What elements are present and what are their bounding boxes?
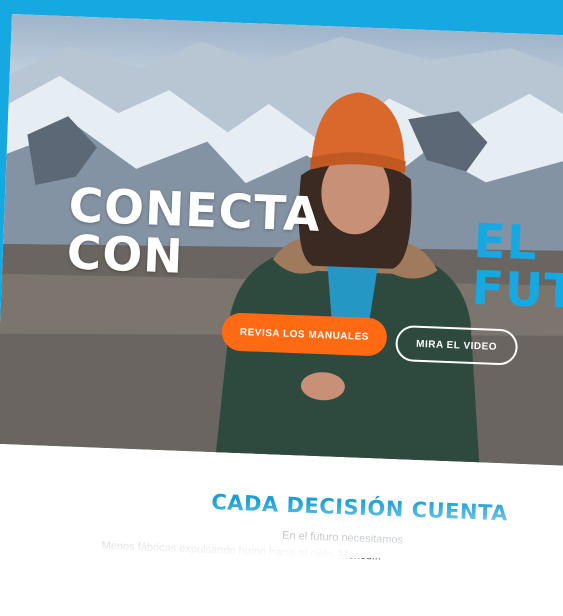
section-text-line-1: En el futuro necesitamos bbox=[281, 529, 404, 547]
hero-headline: CONECTA CON bbox=[66, 178, 322, 286]
web-page: CONECTA CON EL FUT REVISA LOS MANUALES M… bbox=[0, 14, 563, 616]
accent-line-2: FUT bbox=[470, 260, 563, 320]
section-title: CADA DECISIÓN CUENTA bbox=[210, 490, 509, 526]
mira-video-button[interactable]: MIRA EL VIDEO bbox=[394, 324, 519, 366]
hero-accent-headline: EL FUT bbox=[470, 214, 563, 320]
revisa-manuales-button[interactable]: REVISA LOS MANUALES bbox=[221, 312, 388, 357]
hero-banner: CONECTA CON EL FUT REVISA LOS MANUALES M… bbox=[0, 14, 563, 466]
